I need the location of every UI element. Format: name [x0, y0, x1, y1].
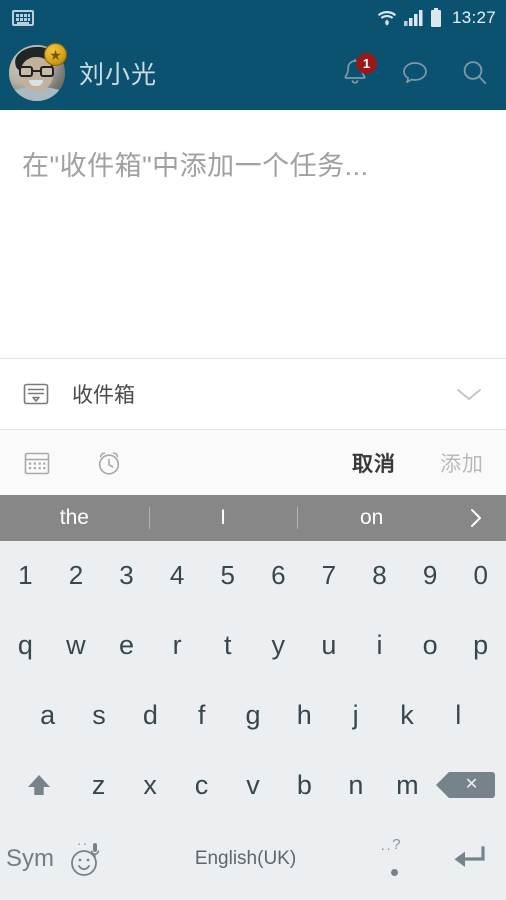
- messages-button[interactable]: [398, 56, 432, 90]
- alarm-clock-icon[interactable]: [94, 448, 124, 478]
- key-v[interactable]: v: [227, 750, 278, 820]
- backspace-key[interactable]: ✕: [433, 750, 500, 820]
- onscreen-keyboard: 1 2 3 4 5 6 7 8 9 0 q w e r t y u i o p …: [0, 541, 506, 900]
- key-j[interactable]: j: [330, 680, 381, 750]
- key-h[interactable]: h: [279, 680, 330, 750]
- keyboard-suggestion-bar: the I on: [0, 495, 506, 541]
- project-name-label: 收件箱: [72, 384, 135, 407]
- key-y[interactable]: y: [253, 611, 304, 681]
- notification-count-badge: 1: [356, 53, 377, 74]
- more-suggestions-button[interactable]: [446, 506, 506, 530]
- calendar-icon[interactable]: [22, 448, 52, 478]
- keyboard-row-numbers: 1 2 3 4 5 6 7 8 9 0: [0, 541, 506, 611]
- keyboard-row-qwerty: q w e r t y u i o p: [0, 611, 506, 681]
- battery-icon: [430, 8, 442, 28]
- cancel-button[interactable]: 取消: [352, 448, 396, 478]
- key-c[interactable]: c: [176, 750, 227, 820]
- key-a[interactable]: a: [22, 680, 73, 750]
- emoji-mic-icon: ··: [65, 835, 115, 881]
- key-9[interactable]: 9: [405, 541, 456, 611]
- key-7[interactable]: 7: [304, 541, 355, 611]
- search-icon: [459, 57, 491, 89]
- key-f[interactable]: f: [176, 680, 227, 750]
- username-label: 刘小光: [79, 61, 158, 89]
- key-s[interactable]: s: [73, 680, 124, 750]
- key-0[interactable]: 0: [455, 541, 506, 611]
- period-key[interactable]: ·· ?: [371, 820, 431, 898]
- search-button[interactable]: [458, 56, 492, 90]
- keyboard-row-bottom: Sym ·· English(UK) ·· ?: [0, 820, 506, 898]
- key-2[interactable]: 2: [51, 541, 102, 611]
- keyboard-row-zxcv: z x c v b n m ✕: [0, 750, 506, 820]
- key-1[interactable]: 1: [0, 541, 51, 611]
- key-5[interactable]: 5: [202, 541, 253, 611]
- key-b[interactable]: b: [279, 750, 330, 820]
- enter-icon: [449, 842, 489, 876]
- star-glyph: ★: [49, 46, 62, 63]
- premium-star-badge: ★: [44, 43, 67, 66]
- key-m[interactable]: m: [382, 750, 433, 820]
- emoji-key[interactable]: ··: [60, 820, 120, 898]
- key-w[interactable]: w: [51, 611, 102, 681]
- period-hint-dots: ··: [380, 839, 393, 857]
- chevron-right-icon: [467, 506, 485, 530]
- key-u[interactable]: u: [304, 611, 355, 681]
- suggestion-item-0[interactable]: the: [0, 506, 149, 530]
- symbols-key[interactable]: Sym: [0, 820, 60, 898]
- enter-key[interactable]: [431, 820, 506, 898]
- key-x[interactable]: x: [124, 750, 175, 820]
- key-o[interactable]: o: [405, 611, 456, 681]
- task-input-placeholder: 在"收件箱"中添加一个任务...: [22, 151, 369, 181]
- task-action-icons: [22, 448, 352, 478]
- shift-icon: [22, 768, 56, 802]
- key-3[interactable]: 3: [101, 541, 152, 611]
- key-6[interactable]: 6: [253, 541, 304, 611]
- key-r[interactable]: r: [152, 611, 203, 681]
- app-bar: ★ 刘小光 1: [0, 36, 506, 110]
- status-bar: 13:27: [0, 0, 506, 36]
- app-bar-actions: 1: [338, 53, 492, 90]
- backspace-icon: ✕: [435, 772, 495, 799]
- chat-bubble-icon: [399, 57, 431, 89]
- status-bar-clock: 13:27: [451, 8, 496, 27]
- key-l[interactable]: l: [433, 680, 484, 750]
- key-z[interactable]: z: [73, 750, 124, 820]
- status-bar-left: [12, 10, 34, 26]
- period-hint-question: ?: [392, 835, 401, 853]
- keyboard-indicator-icon: [12, 10, 34, 26]
- key-k[interactable]: k: [381, 680, 432, 750]
- add-button[interactable]: 添加: [440, 448, 484, 478]
- key-q[interactable]: q: [0, 611, 51, 681]
- key-g[interactable]: g: [227, 680, 278, 750]
- period-dot: [391, 868, 399, 876]
- project-selector-row[interactable]: 收件箱: [0, 359, 506, 429]
- keyboard-row-asdf: a s d f g h j k l: [0, 680, 506, 750]
- chevron-down-icon[interactable]: [454, 384, 484, 404]
- key-4[interactable]: 4: [152, 541, 203, 611]
- key-t[interactable]: t: [202, 611, 253, 681]
- task-action-bar: 取消 添加: [0, 430, 506, 495]
- phone-screen: 13:27 ★ 刘小光 1 在"收件箱"中添加一个任务... 收件箱 取消 添加…: [0, 0, 506, 900]
- inbox-icon: [22, 380, 50, 408]
- key-n[interactable]: n: [330, 750, 381, 820]
- signal-icon: [403, 9, 423, 27]
- notifications-button[interactable]: 1: [338, 53, 377, 90]
- space-key[interactable]: English(UK): [120, 820, 372, 898]
- avatar[interactable]: ★: [9, 43, 67, 101]
- key-e[interactable]: e: [101, 611, 152, 681]
- suggestion-item-2[interactable]: on: [297, 506, 446, 530]
- period-question-icon: ·· ?: [378, 836, 424, 882]
- key-8[interactable]: 8: [354, 541, 405, 611]
- task-input-area[interactable]: 在"收件箱"中添加一个任务...: [0, 110, 506, 358]
- suggestion-item-1[interactable]: I: [149, 506, 298, 530]
- key-i[interactable]: i: [354, 611, 405, 681]
- key-d[interactable]: d: [125, 680, 176, 750]
- status-bar-right: 13:27: [377, 8, 496, 28]
- wifi-icon: [377, 9, 397, 27]
- shift-key[interactable]: [6, 750, 73, 820]
- key-p[interactable]: p: [455, 611, 506, 681]
